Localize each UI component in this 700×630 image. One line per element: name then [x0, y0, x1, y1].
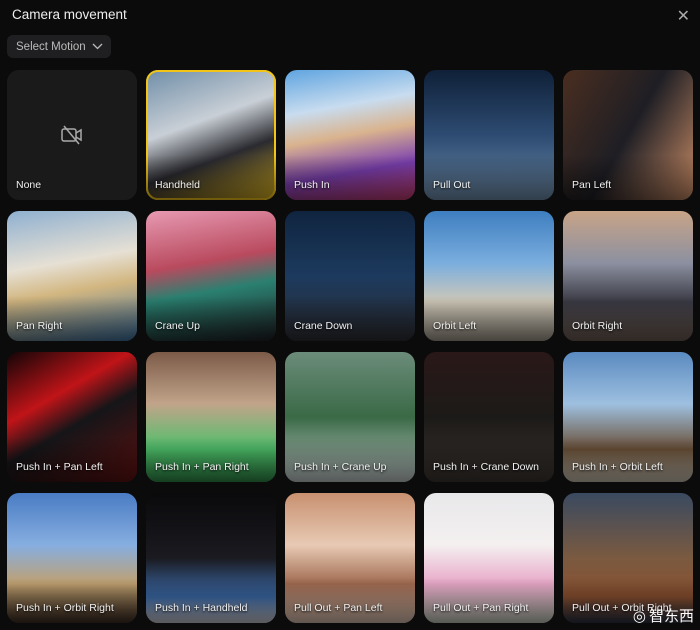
tile-label: Push In + Pan Right [155, 461, 249, 473]
motion-tile-push-in-crane-up[interactable]: Push In + Crane Up [285, 352, 415, 482]
tile-label: Push In + Handheld [155, 602, 248, 614]
tile-thumbnail [146, 437, 276, 482]
tile-label: Orbit Left [433, 320, 477, 332]
motion-tile-pan-right[interactable]: Pan Right [7, 211, 137, 341]
tile-label: Handheld [155, 179, 200, 191]
tile-label: Orbit Right [572, 320, 623, 332]
motion-tile-pan-left[interactable]: Pan Left [563, 70, 693, 200]
tile-label: Crane Up [155, 320, 200, 332]
tile-label: Pull Out [433, 179, 471, 191]
motion-tile-pull-out-orbit-right[interactable]: Pull Out + Orbit Right [563, 493, 693, 623]
tile-thumbnail [146, 155, 276, 200]
tile-thumbnail [7, 578, 137, 623]
dialog-title: Camera movement [12, 7, 127, 22]
tile-thumbnail [7, 296, 137, 341]
motion-tile-pull-out-pan-left[interactable]: Pull Out + Pan Left [285, 493, 415, 623]
motion-tile-crane-up[interactable]: Crane Up [146, 211, 276, 341]
motion-tile-push-in[interactable]: Push In [285, 70, 415, 200]
select-motion-dropdown[interactable]: Select Motion [7, 35, 111, 58]
tile-thumbnail [424, 296, 554, 341]
tile-label: Pan Left [572, 179, 612, 191]
tile-label: Crane Down [294, 320, 353, 332]
select-motion-label: Select Motion [16, 40, 86, 53]
tile-label: None [16, 179, 42, 191]
tile-thumbnail [285, 437, 415, 482]
tile-thumbnail [563, 437, 693, 482]
tile-thumbnail [424, 578, 554, 623]
motion-tile-push-in-orbit-left[interactable]: Push In + Orbit Left [563, 352, 693, 482]
weibo-icon: ◎ [632, 607, 646, 625]
tile-label: Push In + Orbit Left [572, 461, 663, 473]
camera-off-icon [61, 125, 82, 145]
tile-thumbnail [146, 296, 276, 341]
tile-label: Pan Right [16, 320, 63, 332]
motion-tile-crane-down[interactable]: Crane Down [285, 211, 415, 341]
watermark: ◎ 智东西 [633, 605, 694, 626]
tile-thumbnail [563, 296, 693, 341]
tile-label: Push In + Crane Down [433, 461, 539, 473]
tile-thumbnail [285, 578, 415, 623]
tile-thumbnail [146, 578, 276, 623]
tile-thumbnail [563, 155, 693, 200]
watermark-text: 智东西 [648, 608, 694, 625]
motion-tile-none[interactable]: None [7, 70, 137, 200]
motion-grid: None Handheld Push In Pull Out Pan Left Pan R… [7, 70, 693, 623]
tile-thumbnail [7, 437, 137, 482]
motion-tile-handheld[interactable]: Handheld [146, 70, 276, 200]
motion-tile-pull-out-pan-right[interactable]: Pull Out + Pan Right [424, 493, 554, 623]
motion-tile-pull-out[interactable]: Pull Out [424, 70, 554, 200]
tile-thumbnail [285, 296, 415, 341]
chevron-down-icon [92, 43, 103, 50]
tile-label: Push In + Pan Left [16, 461, 103, 473]
motion-tile-push-in-orbit-right[interactable]: Push In + Orbit Right [7, 493, 137, 623]
motion-tile-push-in-pan-left[interactable]: Push In + Pan Left [7, 352, 137, 482]
tile-label: Push In + Orbit Right [16, 602, 114, 614]
tile-label: Pull Out + Pan Left [294, 602, 383, 614]
tile-label: Push In [294, 179, 330, 191]
motion-tile-push-in-pan-right[interactable]: Push In + Pan Right [146, 352, 276, 482]
tile-thumbnail [424, 437, 554, 482]
close-icon[interactable]: ✕ [677, 6, 690, 26]
motion-tile-orbit-left[interactable]: Orbit Left [424, 211, 554, 341]
motion-tile-push-in-handheld[interactable]: Push In + Handheld [146, 493, 276, 623]
motion-tile-push-in-crane-down[interactable]: Push In + Crane Down [424, 352, 554, 482]
tile-label: Push In + Crane Up [294, 461, 387, 473]
tile-thumbnail [424, 155, 554, 200]
motion-tile-orbit-right[interactable]: Orbit Right [563, 211, 693, 341]
tile-thumbnail [285, 155, 415, 200]
tile-label: Pull Out + Pan Right [433, 602, 529, 614]
